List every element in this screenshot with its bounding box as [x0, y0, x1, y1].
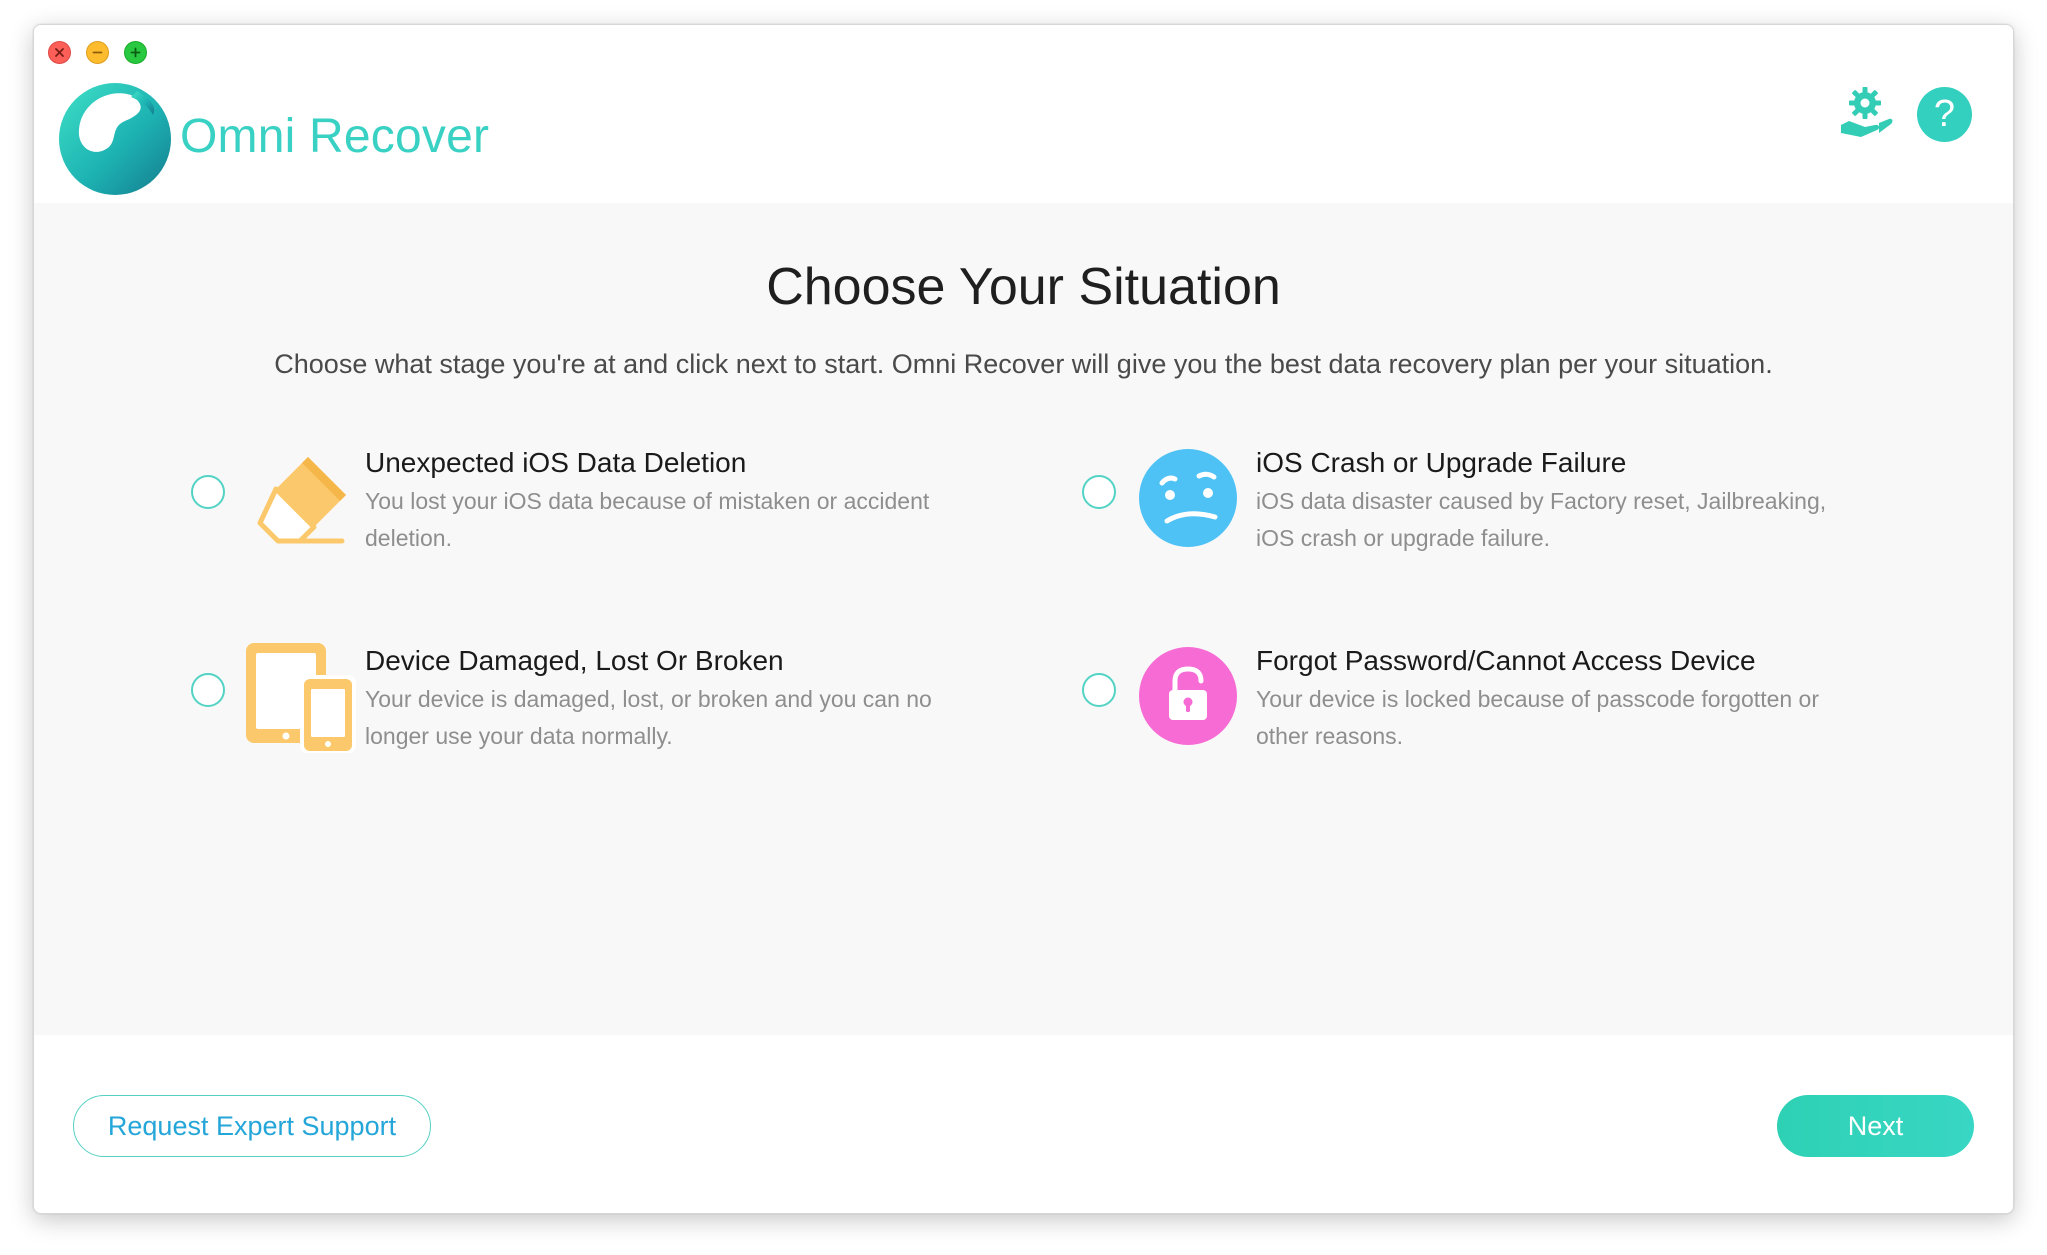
option-unexpected-deletion[interactable]: Unexpected iOS Data Deletion You lost yo… [191, 445, 971, 575]
option-radio[interactable] [1082, 673, 1116, 707]
option-description: iOS data disaster caused by Factory rese… [1256, 488, 1827, 551]
option-radio[interactable] [191, 475, 225, 509]
eraser-icon [257, 457, 346, 544]
settings-hand-icon[interactable] [1835, 83, 1895, 143]
option-title: Device Damaged, Lost Or Broken [365, 645, 784, 676]
confused-face-icon [1139, 449, 1237, 547]
lock-icon [1139, 647, 1237, 745]
devices-icon [246, 643, 356, 753]
option-description: Your device is damaged, lost, or broken … [365, 686, 932, 749]
app-window: Omni Recover ? Choose Your Situation Cho… [33, 24, 2014, 1214]
close-icon[interactable] [48, 41, 71, 64]
request-expert-support-button[interactable]: Request Expert Support [73, 1095, 431, 1157]
option-description: You lost your iOS data because of mistak… [365, 488, 930, 551]
option-radio[interactable] [1082, 475, 1116, 509]
app-title: Omni Recover [180, 110, 490, 163]
option-crash-upgrade[interactable]: iOS Crash or Upgrade Failure iOS data di… [1082, 445, 1862, 575]
minimize-icon[interactable] [86, 41, 109, 64]
option-description: Your device is locked because of passcod… [1256, 686, 1820, 749]
header: Omni Recover ? [34, 25, 2013, 203]
option-forgot-password[interactable]: Forgot Password/Cannot Access Device You… [1082, 643, 1862, 773]
option-radio[interactable] [191, 673, 225, 707]
option-title: iOS Crash or Upgrade Failure [1256, 447, 1627, 478]
option-title: Forgot Password/Cannot Access Device [1256, 645, 1756, 676]
main-content: Choose Your Situation Choose what stage … [34, 203, 2013, 1035]
maximize-icon[interactable] [124, 41, 147, 64]
page-title: Choose Your Situation [766, 258, 1281, 316]
option-title: Unexpected iOS Data Deletion [365, 447, 747, 478]
window-controls [48, 41, 147, 64]
app-logo-icon [59, 83, 171, 195]
page-subtitle: Choose what stage you're at and click ne… [274, 349, 1773, 379]
footer: Request Expert Support Next [34, 1035, 2013, 1213]
option-device-damaged[interactable]: Device Damaged, Lost Or Broken Your devi… [191, 643, 971, 773]
help-icon[interactable]: ? [1917, 87, 1972, 142]
next-button[interactable]: Next [1777, 1095, 1974, 1157]
